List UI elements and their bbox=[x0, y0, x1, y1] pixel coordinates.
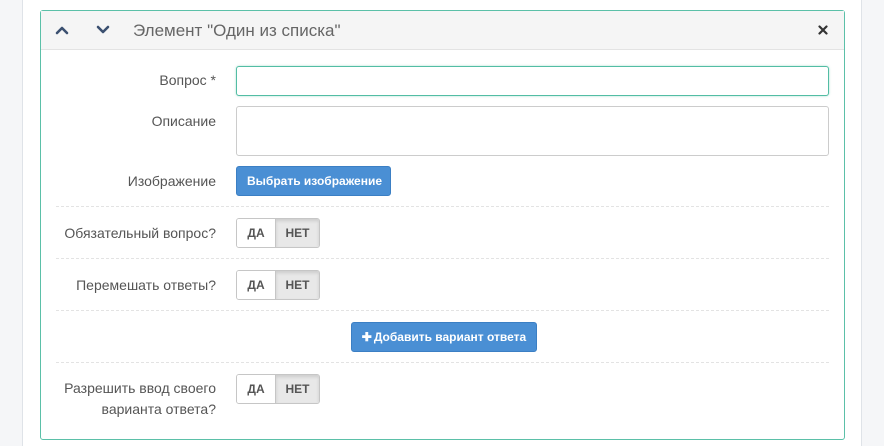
divider bbox=[56, 362, 829, 363]
divider bbox=[56, 310, 829, 311]
shuffle-toggle: ДА НЕТ bbox=[236, 270, 320, 300]
plus-icon: ✚ bbox=[361, 330, 372, 344]
shuffle-label: Перемешать ответы? bbox=[76, 277, 216, 293]
chevron-up-icon[interactable] bbox=[52, 20, 72, 40]
custom-answer-label-line2: варианта ответа? bbox=[101, 401, 216, 417]
required-yes-option[interactable]: ДА bbox=[237, 219, 275, 247]
custom-answer-toggle: ДА НЕТ bbox=[236, 374, 320, 404]
element-panel: Элемент "Один из списка" Вопрос * Описан… bbox=[40, 10, 845, 440]
required-toggle: ДА НЕТ bbox=[236, 218, 320, 248]
custom-yes-option[interactable]: ДА bbox=[237, 375, 275, 403]
description-textarea[interactable] bbox=[236, 106, 829, 156]
shuffle-no-option[interactable]: НЕТ bbox=[275, 271, 319, 299]
required-label: Обязательный вопрос? bbox=[64, 225, 216, 241]
image-label: Изображение bbox=[127, 173, 216, 189]
question-label: Вопрос * bbox=[159, 72, 216, 88]
question-input[interactable] bbox=[236, 66, 829, 96]
required-no-option[interactable]: НЕТ bbox=[275, 219, 319, 247]
description-label: Описание bbox=[151, 113, 216, 129]
custom-answer-label-line1: Разрешить ввод своего bbox=[64, 380, 216, 396]
add-option-button[interactable]: ✚ Добавить вариант ответа bbox=[351, 322, 537, 352]
shuffle-yes-option[interactable]: ДА bbox=[237, 271, 275, 299]
panel-title: Элемент "Один из списка" bbox=[133, 21, 341, 40]
custom-no-option[interactable]: НЕТ bbox=[275, 375, 319, 403]
divider bbox=[56, 206, 829, 207]
choose-image-button[interactable]: Выбрать изображение bbox=[236, 166, 391, 196]
add-option-label: Добавить вариант ответа bbox=[373, 330, 527, 344]
divider bbox=[56, 258, 829, 259]
panel-header: Элемент "Один из списка" bbox=[41, 11, 844, 50]
close-icon[interactable] bbox=[816, 23, 830, 37]
chevron-down-icon[interactable] bbox=[93, 20, 113, 40]
